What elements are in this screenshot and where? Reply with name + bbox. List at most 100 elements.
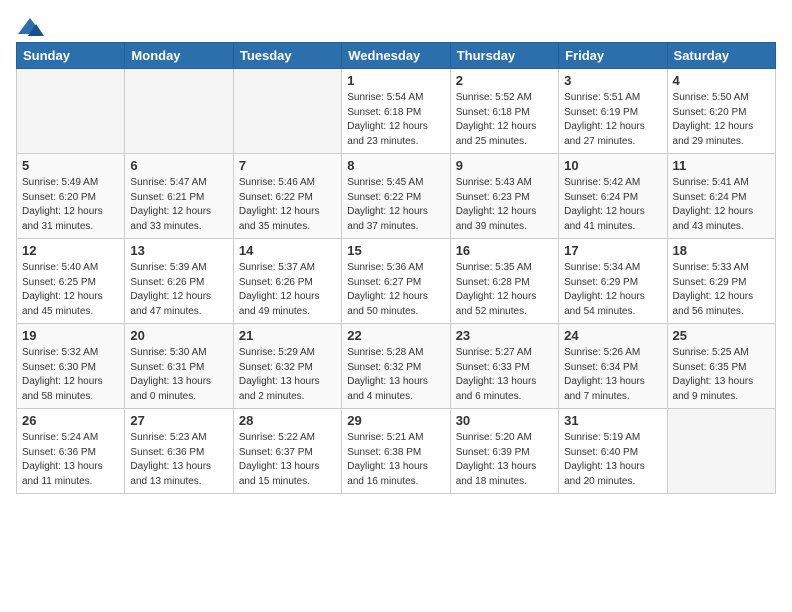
calendar-week-row: 5 Sunrise: 5:49 AM Sunset: 6:20 PM Daylig…	[17, 154, 776, 239]
calendar-cell: 4 Sunrise: 5:50 AM Sunset: 6:20 PM Daylig…	[667, 69, 775, 154]
day-number: 30	[456, 413, 553, 428]
weekday-header: Sunday	[17, 43, 125, 69]
calendar-cell: 22 Sunrise: 5:28 AM Sunset: 6:32 PM Dayli…	[342, 324, 450, 409]
calendar-cell: 30 Sunrise: 5:20 AM Sunset: 6:39 PM Dayli…	[450, 409, 558, 494]
day-info: Sunrise: 5:49 AM Sunset: 6:20 PM Dayligh…	[22, 176, 119, 234]
day-info: Sunrise: 5:42 AM Sunset: 6:24 PM Dayligh…	[564, 176, 661, 234]
calendar-cell: 14 Sunrise: 5:37 AM Sunset: 6:26 PM Dayli…	[233, 239, 341, 324]
day-info: Sunrise: 5:19 AM Sunset: 6:40 PM Dayligh…	[564, 431, 661, 489]
day-number: 18	[673, 243, 770, 258]
day-info: Sunrise: 5:20 AM Sunset: 6:39 PM Dayligh…	[456, 431, 553, 489]
day-info: Sunrise: 5:45 AM Sunset: 6:22 PM Dayligh…	[347, 176, 444, 234]
day-info: Sunrise: 5:29 AM Sunset: 6:32 PM Dayligh…	[239, 346, 336, 404]
calendar-cell: 12Sunrise: 5:40 AM Sunset: 6:25 PM Dayli…	[17, 239, 125, 324]
calendar-week-row: 26 Sunrise: 5:24 AM Sunset: 6:36 PM Dayli…	[17, 409, 776, 494]
day-number: 9	[456, 158, 553, 173]
day-info: Sunrise: 5:51 AM Sunset: 6:19 PM Dayligh…	[564, 91, 661, 149]
day-number: 4	[673, 73, 770, 88]
day-number: 29	[347, 413, 444, 428]
day-number: 8	[347, 158, 444, 173]
weekday-header: Wednesday	[342, 43, 450, 69]
day-info: Sunrise: 5:36 AM Sunset: 6:27 PM Dayligh…	[347, 261, 444, 319]
logo	[16, 16, 48, 38]
calendar-cell: 19 Sunrise: 5:32 AM Sunset: 6:30 PM Dayli…	[17, 324, 125, 409]
day-number: 10	[564, 158, 661, 173]
weekday-header: Friday	[559, 43, 667, 69]
calendar-cell: 29 Sunrise: 5:21 AM Sunset: 6:38 PM Dayli…	[342, 409, 450, 494]
calendar-week-row: 19 Sunrise: 5:32 AM Sunset: 6:30 PM Dayli…	[17, 324, 776, 409]
day-info: Sunrise: 5:25 AM Sunset: 6:35 PM Dayligh…	[673, 346, 770, 404]
page-container: SundayMondayTuesdayWednesdayThursdayFrid…	[16, 16, 776, 494]
day-number: 21	[239, 328, 336, 343]
day-info: Sunrise: 5:34 AM Sunset: 6:29 PM Dayligh…	[564, 261, 661, 319]
calendar-cell: 31 Sunrise: 5:19 AM Sunset: 6:40 PM Dayli…	[559, 409, 667, 494]
day-info: Sunrise: 5:23 AM Sunset: 6:36 PM Dayligh…	[130, 431, 227, 489]
day-number: 26	[22, 413, 119, 428]
day-number: 22	[347, 328, 444, 343]
day-info: Sunrise: 5:39 AM Sunset: 6:26 PM Dayligh…	[130, 261, 227, 319]
day-number: 7	[239, 158, 336, 173]
day-info: Sunrise: 5:37 AM Sunset: 6:26 PM Dayligh…	[239, 261, 336, 319]
day-number: 2	[456, 73, 553, 88]
calendar-cell: 13Sunrise: 5:39 AM Sunset: 6:26 PM Dayli…	[125, 239, 233, 324]
day-number: 20	[130, 328, 227, 343]
calendar-cell	[667, 409, 775, 494]
day-number: 11	[673, 158, 770, 173]
day-info: Sunrise: 5:30 AM Sunset: 6:31 PM Dayligh…	[130, 346, 227, 404]
calendar-cell: 10 Sunrise: 5:42 AM Sunset: 6:24 PM Dayli…	[559, 154, 667, 239]
day-number: 12	[22, 243, 119, 258]
day-number: 31	[564, 413, 661, 428]
calendar-cell: 2 Sunrise: 5:52 AM Sunset: 6:18 PM Daylig…	[450, 69, 558, 154]
day-info: Sunrise: 5:28 AM Sunset: 6:32 PM Dayligh…	[347, 346, 444, 404]
calendar-cell	[125, 69, 233, 154]
calendar-cell: 3 Sunrise: 5:51 AM Sunset: 6:19 PM Daylig…	[559, 69, 667, 154]
day-number: 15	[347, 243, 444, 258]
calendar-cell: 25 Sunrise: 5:25 AM Sunset: 6:35 PM Dayli…	[667, 324, 775, 409]
calendar-cell: 11Sunrise: 5:41 AM Sunset: 6:24 PM Dayli…	[667, 154, 775, 239]
day-number: 14	[239, 243, 336, 258]
day-number: 27	[130, 413, 227, 428]
calendar-cell: 7 Sunrise: 5:46 AM Sunset: 6:22 PM Daylig…	[233, 154, 341, 239]
day-number: 24	[564, 328, 661, 343]
day-info: Sunrise: 5:54 AM Sunset: 6:18 PM Dayligh…	[347, 91, 444, 149]
calendar-cell: 26 Sunrise: 5:24 AM Sunset: 6:36 PM Dayli…	[17, 409, 125, 494]
day-info: Sunrise: 5:52 AM Sunset: 6:18 PM Dayligh…	[456, 91, 553, 149]
calendar-table: SundayMondayTuesdayWednesdayThursdayFrid…	[16, 42, 776, 494]
calendar-cell: 6 Sunrise: 5:47 AM Sunset: 6:21 PM Daylig…	[125, 154, 233, 239]
day-number: 5	[22, 158, 119, 173]
logo-icon	[16, 16, 44, 38]
header	[16, 16, 776, 38]
calendar-cell: 28 Sunrise: 5:22 AM Sunset: 6:37 PM Dayli…	[233, 409, 341, 494]
day-info: Sunrise: 5:43 AM Sunset: 6:23 PM Dayligh…	[456, 176, 553, 234]
day-number: 19	[22, 328, 119, 343]
day-info: Sunrise: 5:35 AM Sunset: 6:28 PM Dayligh…	[456, 261, 553, 319]
day-info: Sunrise: 5:33 AM Sunset: 6:29 PM Dayligh…	[673, 261, 770, 319]
calendar-cell	[233, 69, 341, 154]
calendar-cell: 15 Sunrise: 5:36 AM Sunset: 6:27 PM Dayli…	[342, 239, 450, 324]
day-number: 25	[673, 328, 770, 343]
day-info: Sunrise: 5:46 AM Sunset: 6:22 PM Dayligh…	[239, 176, 336, 234]
day-info: Sunrise: 5:21 AM Sunset: 6:38 PM Dayligh…	[347, 431, 444, 489]
day-number: 6	[130, 158, 227, 173]
calendar-cell: 18 Sunrise: 5:33 AM Sunset: 6:29 PM Dayli…	[667, 239, 775, 324]
day-number: 17	[564, 243, 661, 258]
calendar-cell: 27 Sunrise: 5:23 AM Sunset: 6:36 PM Dayli…	[125, 409, 233, 494]
calendar-cell: 23Sunrise: 5:27 AM Sunset: 6:33 PM Dayli…	[450, 324, 558, 409]
calendar-week-row: 12Sunrise: 5:40 AM Sunset: 6:25 PM Dayli…	[17, 239, 776, 324]
calendar-cell: 16Sunrise: 5:35 AM Sunset: 6:28 PM Dayli…	[450, 239, 558, 324]
calendar-cell: 24Sunrise: 5:26 AM Sunset: 6:34 PM Dayli…	[559, 324, 667, 409]
weekday-header: Saturday	[667, 43, 775, 69]
weekday-header: Tuesday	[233, 43, 341, 69]
calendar-header-row: SundayMondayTuesdayWednesdayThursdayFrid…	[17, 43, 776, 69]
day-info: Sunrise: 5:50 AM Sunset: 6:20 PM Dayligh…	[673, 91, 770, 149]
day-number: 3	[564, 73, 661, 88]
day-info: Sunrise: 5:32 AM Sunset: 6:30 PM Dayligh…	[22, 346, 119, 404]
day-info: Sunrise: 5:24 AM Sunset: 6:36 PM Dayligh…	[22, 431, 119, 489]
day-info: Sunrise: 5:47 AM Sunset: 6:21 PM Dayligh…	[130, 176, 227, 234]
weekday-header: Thursday	[450, 43, 558, 69]
day-number: 1	[347, 73, 444, 88]
day-number: 28	[239, 413, 336, 428]
weekday-header: Monday	[125, 43, 233, 69]
calendar-week-row: 1 Sunrise: 5:54 AM Sunset: 6:18 PM Daylig…	[17, 69, 776, 154]
day-info: Sunrise: 5:22 AM Sunset: 6:37 PM Dayligh…	[239, 431, 336, 489]
